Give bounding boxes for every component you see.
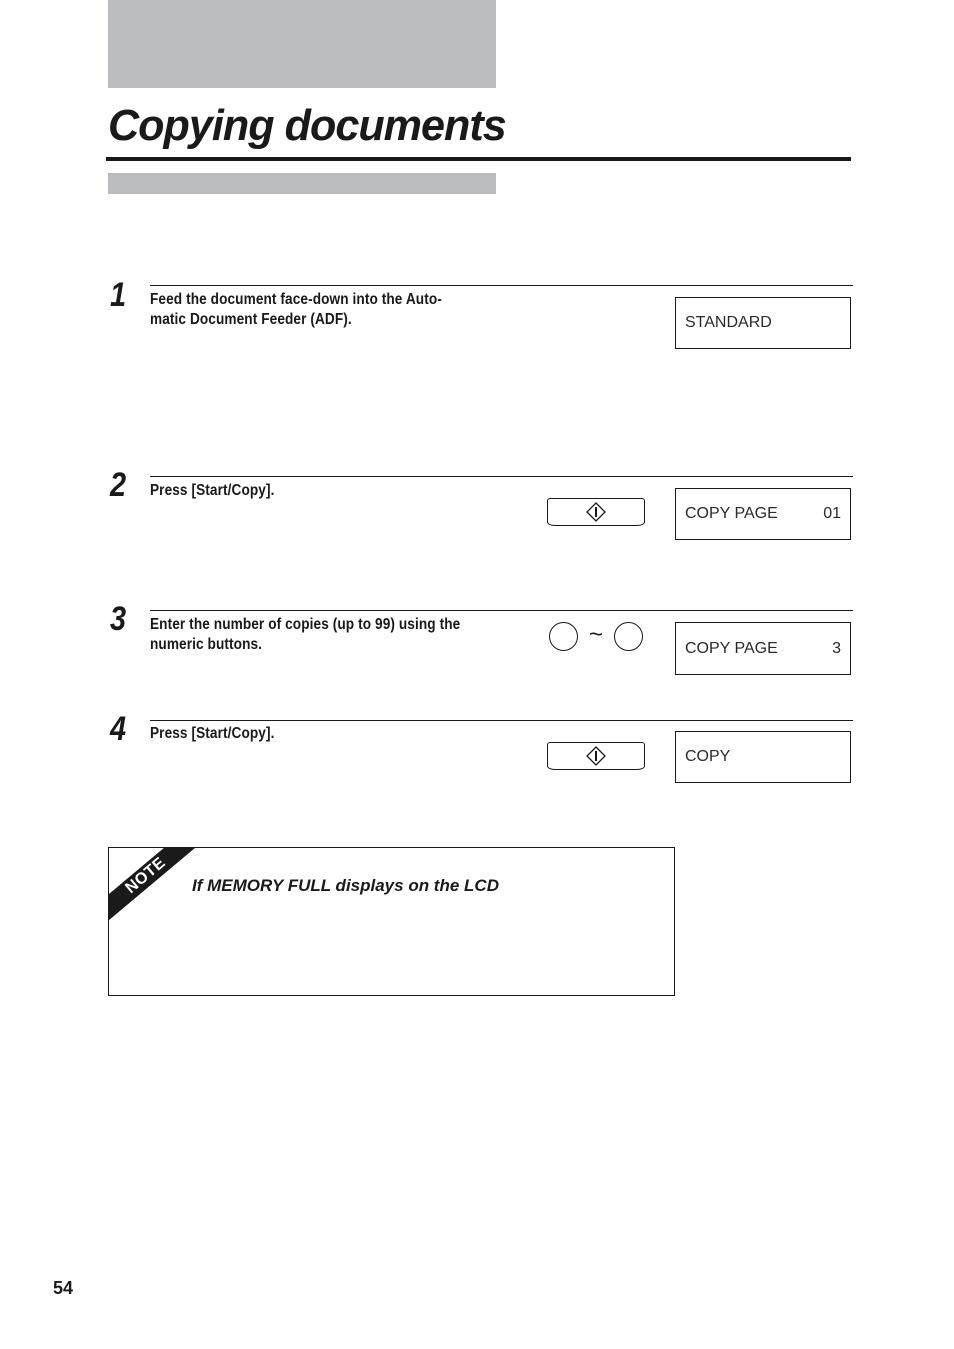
subheader-gray-bar — [108, 173, 496, 194]
step-number: 4 — [110, 710, 127, 748]
header-gray-band — [108, 0, 496, 88]
lcd-text: COPY PAGE — [685, 505, 778, 522]
step-number: 1 — [110, 276, 127, 314]
start-diamond-icon — [586, 502, 606, 522]
note-ribbon: NOTE — [109, 848, 203, 926]
step-instruction: Feed the document face-down into the Aut… — [150, 290, 467, 330]
lcd-value: 3 — [832, 639, 841, 657]
step-instruction: Press [Start/Copy]. — [150, 481, 467, 501]
note-title: If MEMORY FULL displays on the LCD — [192, 876, 499, 895]
instruction-line: Press [Start/Copy]. — [150, 482, 275, 499]
note-box: NOTE If MEMORY FULL displays on the LCD — [108, 847, 675, 996]
title-rule — [106, 157, 851, 161]
instruction-line: matic Document Feeder (ADF). — [150, 311, 352, 328]
step-rule — [150, 720, 853, 721]
step-number: 3 — [110, 600, 127, 638]
lcd-display: COPY — [675, 731, 851, 783]
lcd-display: STANDARD — [675, 297, 851, 349]
start-copy-button[interactable] — [547, 498, 645, 526]
page-title: Copying documents — [108, 101, 507, 150]
page-number: 54 — [53, 1278, 74, 1298]
step-rule — [150, 610, 853, 611]
start-copy-button[interactable] — [547, 742, 645, 770]
step-rule — [150, 285, 853, 286]
lcd-display: COPY PAGE 01 — [675, 488, 851, 540]
lcd-text: COPY PAGE — [685, 639, 778, 657]
instruction-line: Press [Start/Copy]. — [150, 725, 275, 742]
instruction-line: Enter the number of copies (up to 99) us… — [150, 616, 461, 633]
range-tilde: ~ — [588, 621, 603, 648]
step-number: 2 — [110, 466, 127, 504]
instruction-line: Feed the document face-down into the Aut… — [150, 291, 442, 308]
numeric-buttons[interactable]: ~ — [549, 619, 643, 653]
lcd-text: STANDARD — [685, 314, 772, 331]
note-label: NOTE — [122, 854, 169, 898]
step-rule — [150, 476, 853, 477]
lcd-value: 01 — [823, 505, 841, 522]
numeric-key-icon[interactable] — [613, 621, 643, 651]
instruction-line: numeric buttons. — [150, 636, 263, 653]
step-instruction: Press [Start/Copy]. — [150, 724, 467, 744]
lcd-display: COPY PAGE 3 — [675, 622, 851, 675]
numeric-key-icon[interactable] — [549, 621, 578, 651]
step-instruction: Enter the number of copies (up to 99) us… — [150, 615, 502, 655]
lcd-text: COPY — [685, 748, 731, 765]
start-diamond-icon — [586, 746, 606, 766]
